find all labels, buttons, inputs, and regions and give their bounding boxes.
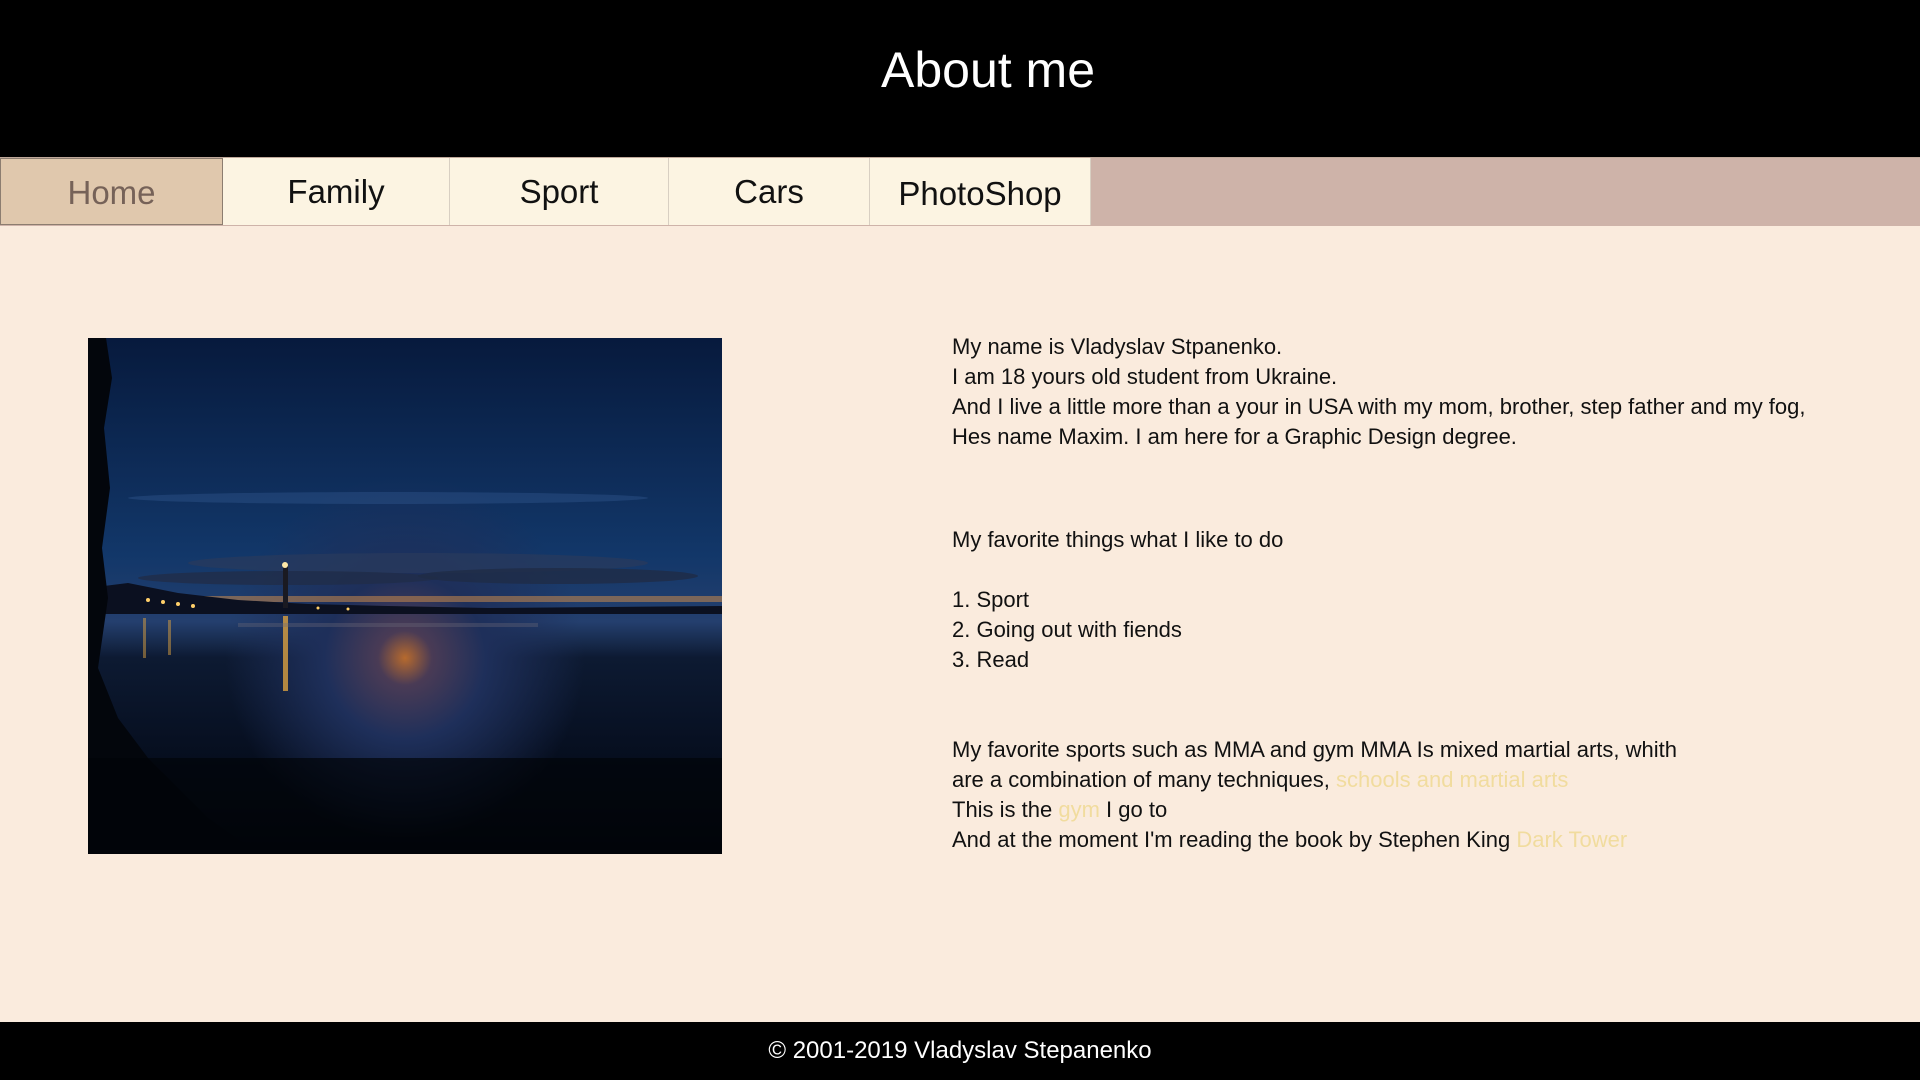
favorites-item: 3. Read <box>952 647 1030 672</box>
nav-item-cars[interactable]: Cars <box>669 158 870 225</box>
dark-tower-link[interactable]: Dark Tower <box>1516 827 1627 852</box>
sports-text: are a combination of many techniques, <box>952 767 1337 792</box>
martial-arts-link[interactable]: schools and martial arts <box>1336 767 1568 792</box>
main-nav: Home Family Sport Cars PhotoShop <box>0 157 1920 226</box>
lake-night-photo <box>88 338 722 854</box>
sports-line: And at the moment I'm reading the book b… <box>952 825 1872 855</box>
site-footer: © 2001-2019 Vladyslav Stepanenko <box>0 1022 1920 1080</box>
site-header: About me <box>0 0 1920 157</box>
sports-line: My favorite sports such as MMA and gym M… <box>952 737 1677 762</box>
intro-line: Hes name Maxim. I am here for a Graphic … <box>952 424 1517 449</box>
nav-item-home[interactable]: Home <box>0 158 223 225</box>
sports-text: This is the <box>952 797 1059 822</box>
nav-item-family[interactable]: Family <box>223 158 450 225</box>
sports-line: This is the gym I go to <box>952 795 1872 825</box>
sports-text: I go to <box>1099 797 1168 822</box>
intro-line: I am 18 yours old student from Ukraine. <box>952 364 1338 389</box>
favorites-heading: My favorite things what I like to do <box>952 527 1284 552</box>
favorites-item: 2. Going out with fiends <box>952 617 1182 642</box>
nav-item-photoshop[interactable]: PhotoShop <box>870 158 1091 225</box>
about-content: My name is Vladyslav Stpanenko. I am 18 … <box>952 332 1872 855</box>
favorites-item: 1. Sport <box>952 587 1030 612</box>
intro-line: My name is Vladyslav Stpanenko. <box>952 334 1283 359</box>
sports-line: are a combination of many techniques, sc… <box>952 765 1872 795</box>
copyright-text: © 2001-2019 Vladyslav Stepanenko <box>768 1037 1152 1064</box>
intro-line: And I live a little more than a your in … <box>952 394 1806 419</box>
sports-text: And at the moment I'm reading the book b… <box>952 827 1517 852</box>
page-title: About me <box>880 42 1095 98</box>
gym-link[interactable]: gym <box>1058 797 1100 822</box>
nav-item-sport[interactable]: Sport <box>450 158 669 225</box>
